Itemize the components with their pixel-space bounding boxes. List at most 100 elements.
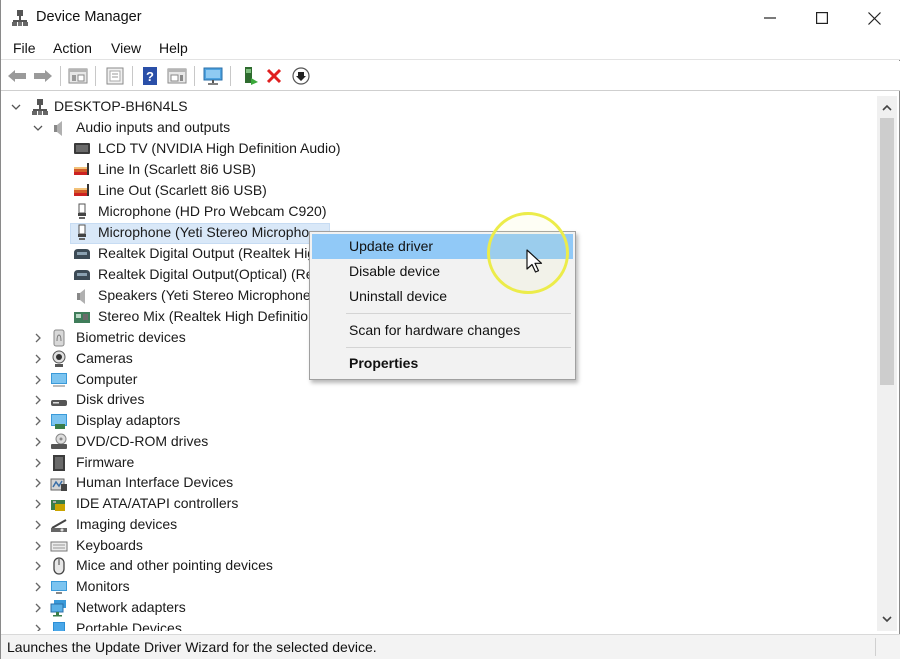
tree-category-firmware[interactable]: Firmware <box>3 453 863 473</box>
tree-root-node[interactable]: DESKTOP-BH6N4LS <box>3 97 863 117</box>
svg-text:?: ? <box>146 69 154 84</box>
disable-device-toolbar-button[interactable] <box>290 65 312 87</box>
menu-file[interactable]: File <box>11 40 38 56</box>
monitor-scan-icon <box>203 67 223 85</box>
properties-icon <box>106 67 124 85</box>
scan-hardware-button[interactable] <box>202 65 224 87</box>
chevron-down-icon[interactable] <box>31 120 45 136</box>
device-label: Line Out (Scarlett 8i6 USB) <box>98 182 267 198</box>
mouse-icon <box>53 557 65 575</box>
maximize-button[interactable] <box>796 0 848 36</box>
context-menu-label: Disable device <box>349 263 441 279</box>
dvd-drive-icon <box>51 433 67 449</box>
menu-view[interactable]: View <box>109 40 143 56</box>
menu-help[interactable]: Help <box>157 40 190 56</box>
category-label: Biometric devices <box>76 329 186 345</box>
chevron-right-icon[interactable] <box>31 475 45 491</box>
tree-category-audio[interactable]: Audio inputs and outputs <box>3 118 863 138</box>
tree-category-network-adapters[interactable]: Network adapters <box>3 598 863 618</box>
context-menu-properties[interactable]: Properties <box>312 351 573 376</box>
device-item[interactable]: Microphone (HD Pro Webcam C920) <box>3 202 863 222</box>
back-arrow-icon <box>8 70 26 82</box>
chevron-right-icon[interactable] <box>31 538 45 554</box>
chevron-down-icon <box>882 615 892 622</box>
digital-output-icon <box>74 249 90 259</box>
tree-category-keyboards[interactable]: Keyboards <box>3 536 863 556</box>
category-label: Mice and other pointing devices <box>76 557 273 574</box>
chevron-right-icon[interactable] <box>31 579 45 595</box>
tree-category-ide-ata-atapi-controllers[interactable]: IDE ATA/ATAPI controllers <box>3 494 863 514</box>
action-pane-button[interactable] <box>166 65 188 87</box>
chevron-right-icon[interactable] <box>31 392 45 408</box>
properties-toolbar-button[interactable] <box>104 65 126 87</box>
tree-root-label: DESKTOP-BH6N4LS <box>54 98 188 114</box>
action-pane-icon <box>167 68 187 84</box>
device-item[interactable]: LCD TV (NVIDIA High Definition Audio) <box>3 139 863 159</box>
update-driver-icon <box>245 67 258 85</box>
toolbar-separator <box>194 66 195 86</box>
context-menu-label: Uninstall device <box>349 288 448 304</box>
device-label: LCD TV (NVIDIA High Definition Audio) <box>98 140 341 156</box>
tree-category-display-adaptors[interactable]: Display adaptors <box>3 411 863 431</box>
uninstall-x-icon <box>266 68 282 84</box>
tree-category-monitors[interactable]: Monitors <box>3 577 863 597</box>
chevron-down-icon[interactable] <box>9 99 23 115</box>
chevron-right-icon[interactable] <box>31 351 45 367</box>
device-label: Line In (Scarlett 8i6 USB) <box>98 161 256 177</box>
chevron-right-icon[interactable] <box>31 517 45 533</box>
monitor-icon <box>51 581 67 594</box>
scroll-up-button[interactable] <box>877 98 897 116</box>
chevron-right-icon[interactable] <box>31 558 45 574</box>
disable-down-arrow-icon <box>292 67 310 85</box>
tree-category-human-interface-devices[interactable]: Human Interface Devices <box>3 473 863 493</box>
disk-drive-icon <box>51 400 67 407</box>
minimize-button[interactable] <box>744 0 796 36</box>
tree-category-portable-devices[interactable]: Portable Devices <box>3 619 863 631</box>
window-title: Device Manager <box>36 9 142 25</box>
chevron-right-icon[interactable] <box>31 372 45 388</box>
toolbar: ? <box>1 61 900 91</box>
chevron-right-icon[interactable] <box>31 330 45 346</box>
update-driver-toolbar-button[interactable] <box>239 65 261 87</box>
chevron-right-icon[interactable] <box>31 621 45 631</box>
device-label: Microphone (Yeti Stereo Micropho <box>98 224 310 240</box>
close-button[interactable] <box>848 0 900 36</box>
speaker-icon <box>54 121 62 136</box>
chevron-right-icon[interactable] <box>31 455 45 471</box>
device-manager-window: Device Manager File Action View Help ? D… <box>0 0 900 659</box>
category-label: Network adapters <box>76 598 186 615</box>
category-label: Computer <box>76 370 138 387</box>
microphone-icon <box>78 203 86 219</box>
device-label: Realtek Digital Output(Optical) (Re <box>98 266 314 282</box>
tree-category-imaging-devices[interactable]: Imaging devices <box>3 515 863 535</box>
chevron-right-icon[interactable] <box>31 434 45 450</box>
ide-controller-icon <box>51 500 65 511</box>
chevron-right-icon[interactable] <box>31 600 45 616</box>
toolbar-separator <box>230 66 231 86</box>
forward-button[interactable] <box>32 65 54 87</box>
category-label: Human Interface Devices <box>76 474 234 491</box>
category-label: IDE ATA/ATAPI controllers <box>76 495 239 511</box>
firmware-chip-icon <box>53 454 65 471</box>
back-button[interactable] <box>6 65 28 87</box>
scroll-down-button[interactable] <box>877 610 897 628</box>
uninstall-device-toolbar-button[interactable] <box>263 65 285 87</box>
device-item[interactable]: Line Out (Scarlett 8i6 USB) <box>3 181 863 201</box>
minimize-icon <box>764 17 776 19</box>
device-manager-app-icon <box>12 10 28 26</box>
scrollbar-thumb[interactable] <box>880 118 894 385</box>
device-item[interactable]: Line In (Scarlett 8i6 USB) <box>3 160 863 180</box>
fingerprint-icon <box>53 329 65 347</box>
tree-category-dvd-cd-rom-drives[interactable]: DVD/CD-ROM drives <box>3 432 863 452</box>
vertical-scrollbar[interactable] <box>877 96 897 631</box>
console-tree-button[interactable] <box>67 65 89 87</box>
context-menu-scan-hardware[interactable]: Scan for hardware changes <box>312 318 573 343</box>
chevron-right-icon[interactable] <box>31 496 45 512</box>
help-toolbar-button[interactable]: ? <box>139 65 161 87</box>
toolbar-separator <box>132 66 133 86</box>
chevron-right-icon[interactable] <box>31 413 45 429</box>
tree-category-mice-and-other-pointing-devices[interactable]: Mice and other pointing devices <box>3 556 863 576</box>
menu-action[interactable]: Action <box>51 40 94 56</box>
tree-category-disk-drives[interactable]: Disk drives <box>3 390 863 410</box>
console-tree-icon <box>68 68 88 84</box>
